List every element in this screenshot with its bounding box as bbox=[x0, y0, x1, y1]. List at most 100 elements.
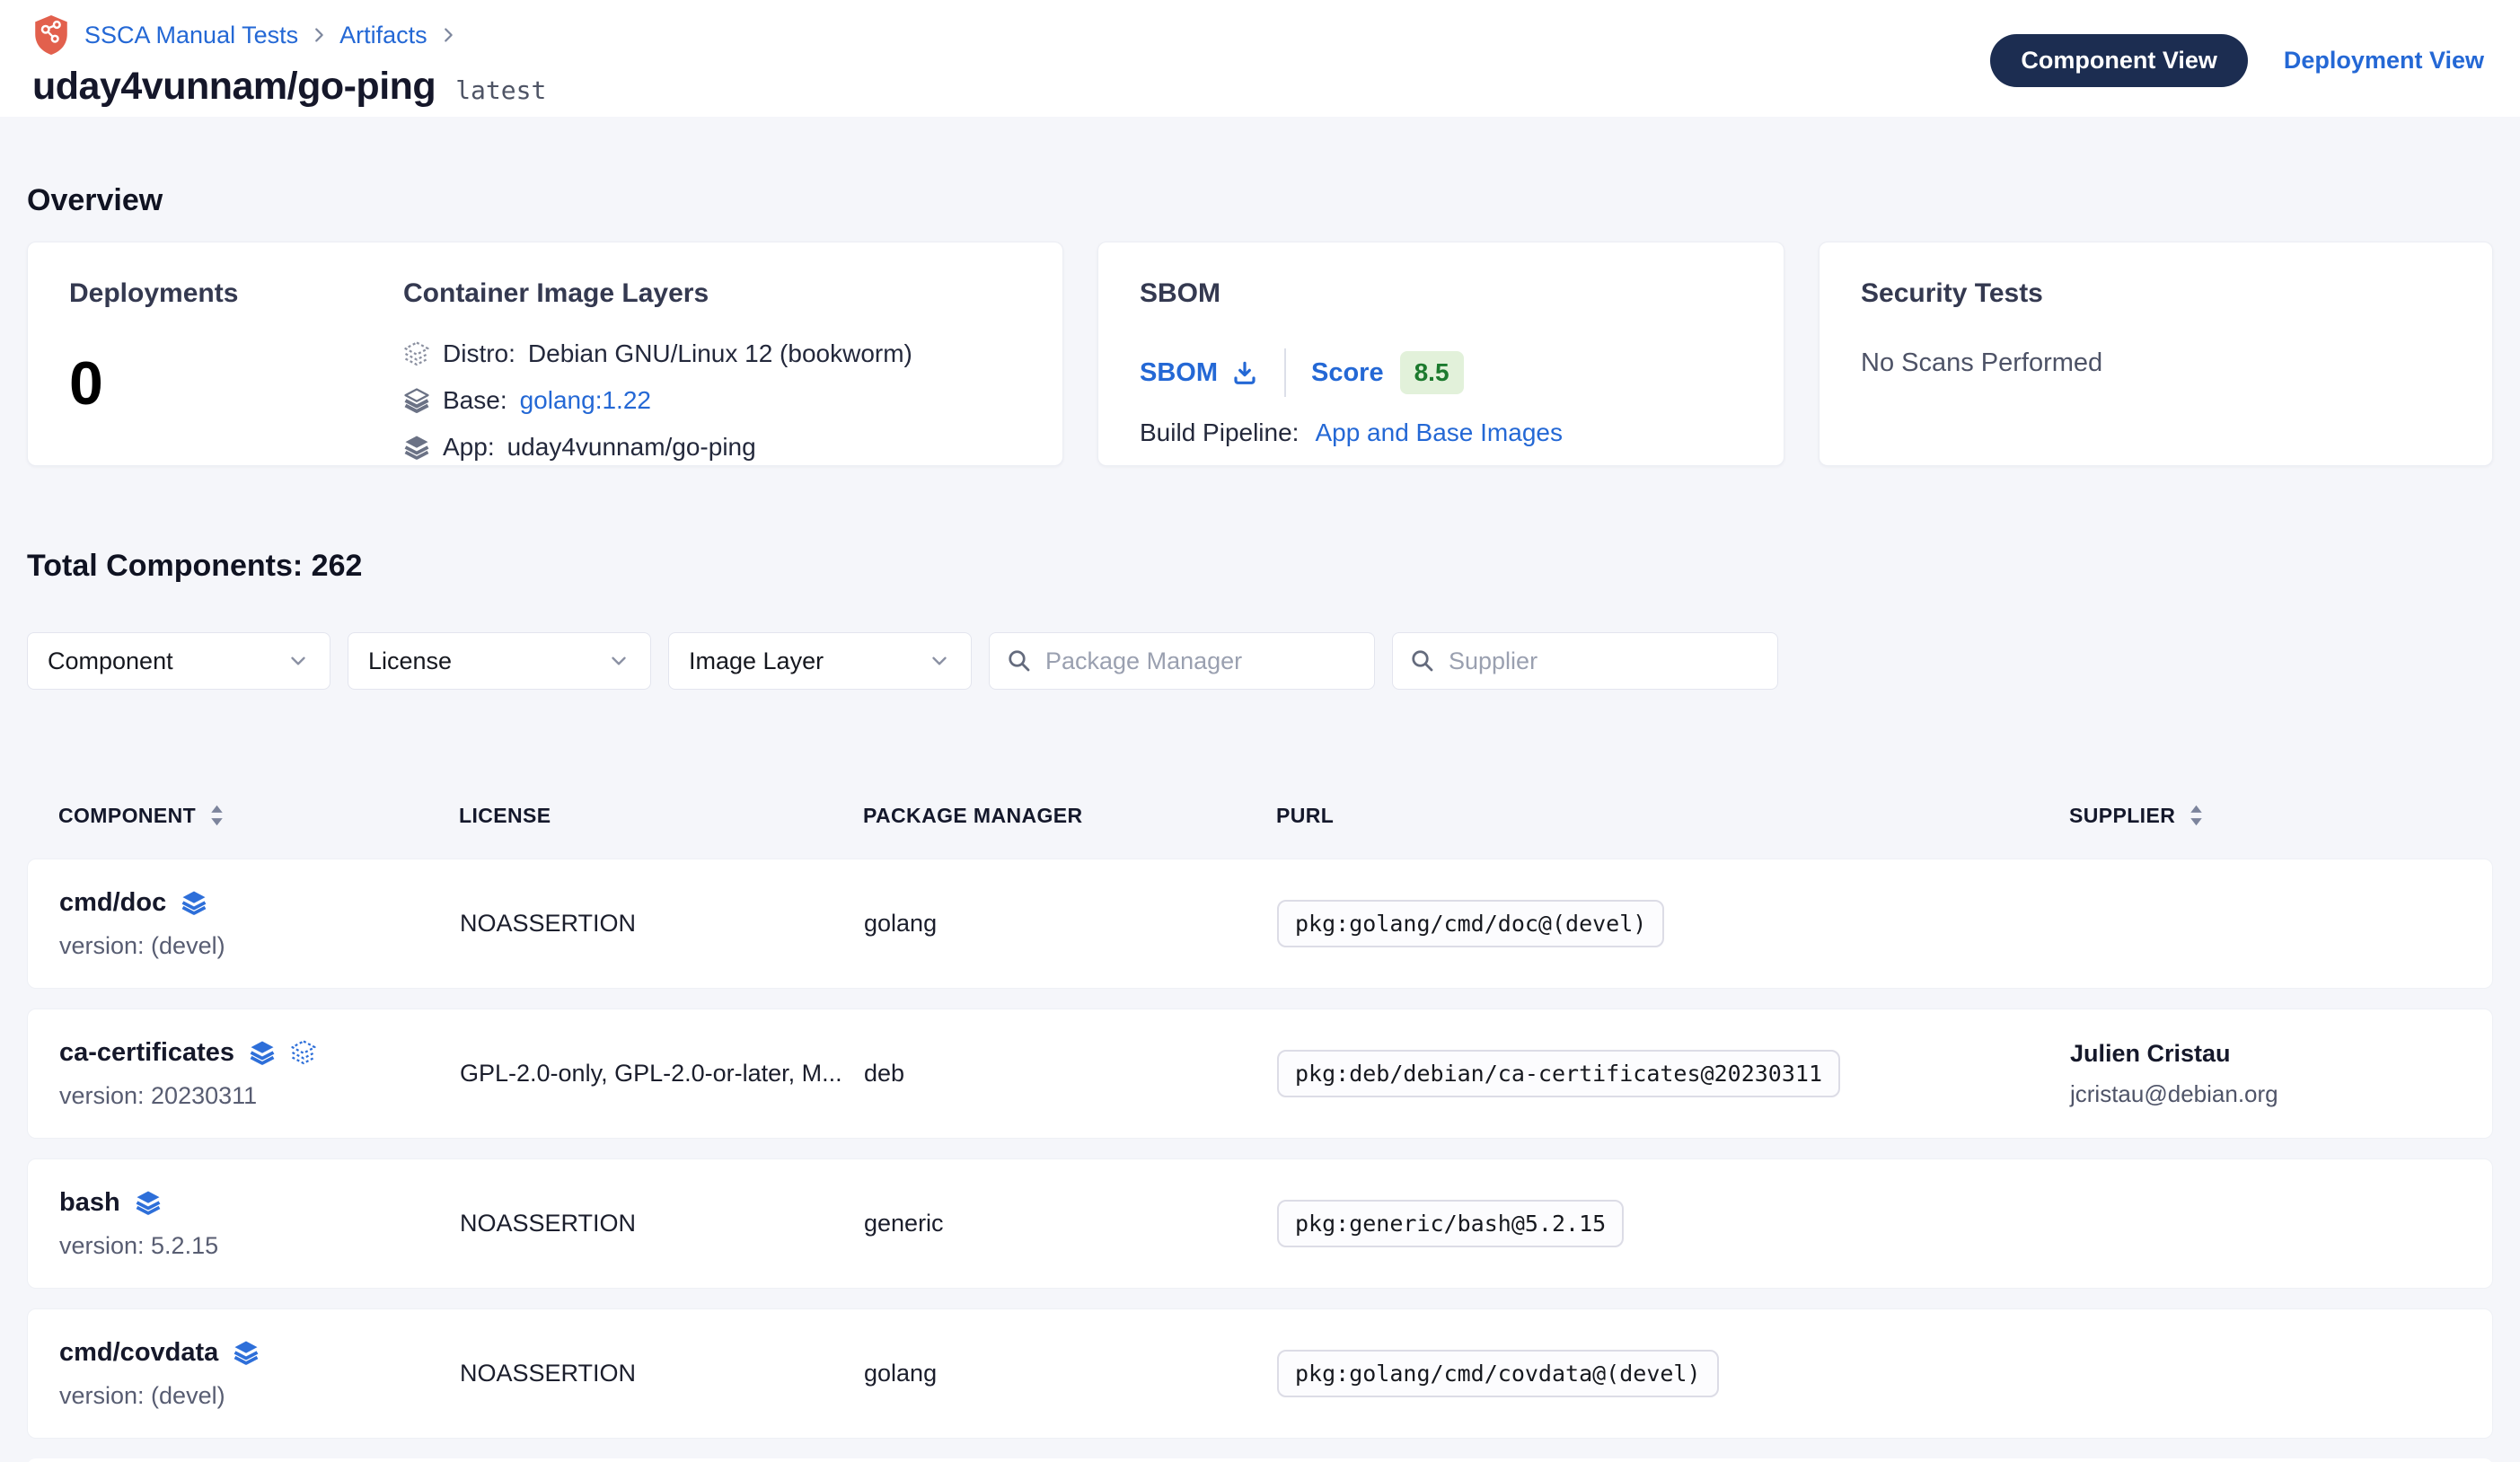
main-content: Overview Deployments 0 Container Image L… bbox=[0, 183, 2520, 1462]
purl-badge[interactable]: pkg:golang/cmd/covdata@(devel) bbox=[1277, 1350, 1719, 1397]
component-name: cmd/covdata bbox=[59, 1338, 218, 1368]
column-label: COMPONENT bbox=[58, 804, 196, 828]
purl-badge[interactable]: pkg:generic/bash@5.2.15 bbox=[1277, 1200, 1624, 1247]
chevron-down-icon bbox=[928, 649, 951, 673]
header-left: SSCA Manual Tests Artifacts uday4vunnam/… bbox=[32, 14, 546, 109]
artifact-tag-latest: latest bbox=[455, 75, 546, 105]
column-header-license: LICENSE bbox=[459, 804, 863, 828]
purl-cell: pkg:golang/cmd/doc@(devel) bbox=[1277, 900, 2070, 947]
package-manager-cell: golang bbox=[864, 910, 1277, 938]
purl-badge[interactable]: pkg:golang/cmd/doc@(devel) bbox=[1277, 900, 1664, 947]
layer-label: Base: bbox=[443, 386, 507, 415]
table-row[interactable]: cmd/covdataversion: (devel)NOASSERTIONgo… bbox=[27, 1308, 2493, 1439]
layer-row-app: App: uday4vunnam/go-ping bbox=[403, 433, 912, 462]
layer-label: App: bbox=[443, 433, 495, 462]
divider bbox=[1284, 348, 1286, 397]
deployments-title: Deployments bbox=[69, 278, 403, 309]
column-label: PACKAGE MANAGER bbox=[863, 804, 1083, 828]
components-table-header: COMPONENT LICENSE PACKAGE MANAGER PURL S… bbox=[27, 794, 2493, 837]
license-cell: NOASSERTION bbox=[460, 910, 864, 938]
overview-heading: Overview bbox=[27, 183, 2493, 218]
supplier-cell: Julien Cristaujcristau@debian.org bbox=[2070, 1040, 2461, 1108]
page-header: SSCA Manual Tests Artifacts uday4vunnam/… bbox=[0, 0, 2520, 117]
title-row: uday4vunnam/go-ping latest bbox=[32, 65, 546, 109]
sort-icon[interactable] bbox=[2190, 804, 2203, 827]
dropdown-label: Component bbox=[48, 647, 173, 675]
column-header-supplier[interactable]: SUPPLIER bbox=[2069, 804, 2462, 828]
search-icon bbox=[1006, 647, 1033, 674]
layers-half-icon bbox=[403, 387, 430, 414]
overview-cards: Deployments 0 Container Image Layers Dis… bbox=[27, 242, 2493, 466]
layers-filled-icon bbox=[181, 889, 207, 916]
component-cell: cmd/covdata version: (devel) bbox=[59, 1338, 460, 1410]
base-image-link[interactable]: golang:1.22 bbox=[520, 386, 651, 415]
build-pipeline-row: Build Pipeline: App and Base Images bbox=[1140, 418, 1742, 447]
deployments-count: 0 bbox=[69, 348, 403, 418]
search-icon bbox=[1409, 647, 1436, 674]
purl-badge[interactable]: pkg:deb/debian/ca-certificates@20230311 bbox=[1277, 1050, 1840, 1097]
image-layer-filter-dropdown[interactable]: Image Layer bbox=[668, 632, 972, 690]
layers-filled-icon bbox=[249, 1039, 276, 1066]
sort-icon[interactable] bbox=[210, 804, 224, 827]
package-manager-search-input[interactable] bbox=[1045, 647, 1363, 675]
deployment-view-button[interactable]: Deployment View bbox=[2284, 47, 2484, 75]
column-label: SUPPLIER bbox=[2069, 804, 2175, 828]
layer-value: uday4vunnam/go-ping bbox=[507, 433, 756, 462]
column-header-component[interactable]: COMPONENT bbox=[58, 804, 459, 828]
container-image-layers-block: Container Image Layers Distro: Debian GN… bbox=[403, 278, 912, 429]
chevron-right-icon bbox=[438, 25, 458, 45]
package-manager-search bbox=[989, 632, 1375, 690]
component-version: version: (devel) bbox=[59, 1382, 460, 1410]
component-cell: ca-certificates version: 20230311 bbox=[59, 1038, 460, 1110]
layers-filled-icon bbox=[403, 434, 430, 461]
sbom-download-link[interactable]: SBOM bbox=[1140, 358, 1259, 388]
sbom-download-label: SBOM bbox=[1140, 358, 1218, 388]
breadcrumb: SSCA Manual Tests Artifacts bbox=[32, 14, 546, 56]
layer-rows: Distro: Debian GNU/Linux 12 (bookworm) B… bbox=[403, 339, 912, 462]
component-filter-dropdown[interactable]: Component bbox=[27, 632, 330, 690]
license-cell: NOASSERTION bbox=[460, 1210, 864, 1237]
layers-filled-icon bbox=[233, 1339, 260, 1366]
chevron-down-icon bbox=[286, 649, 310, 673]
column-header-package-manager: PACKAGE MANAGER bbox=[863, 804, 1276, 828]
layer-row-distro: Distro: Debian GNU/Linux 12 (bookworm) bbox=[403, 339, 912, 368]
license-filter-dropdown[interactable]: License bbox=[348, 632, 651, 690]
security-tests-card: Security Tests No Scans Performed bbox=[1819, 242, 2493, 466]
column-header-purl: PURL bbox=[1276, 804, 2069, 828]
sbom-card: SBOM SBOM Score 8.5 Build Pipeline: App … bbox=[1097, 242, 1784, 466]
component-name: bash bbox=[59, 1188, 120, 1218]
build-pipeline-link[interactable]: App and Base Images bbox=[1315, 418, 1563, 447]
download-icon bbox=[1230, 358, 1259, 387]
layers-outline-icon bbox=[290, 1039, 317, 1066]
table-row[interactable]: cmd/docversion: (devel)NOASSERTIONgolang… bbox=[27, 859, 2493, 989]
breadcrumb-link-ssca-manual-tests[interactable]: SSCA Manual Tests bbox=[84, 22, 298, 49]
license-cell: GPL-2.0-only, GPL-2.0-or-later, M... bbox=[460, 1060, 864, 1088]
score-badge: 8.5 bbox=[1400, 351, 1464, 394]
security-tests-title: Security Tests bbox=[1861, 278, 2451, 309]
purl-cell: pkg:deb/debian/ca-certificates@20230311 bbox=[1277, 1050, 2070, 1097]
component-view-button[interactable]: Component View bbox=[1990, 34, 2248, 87]
license-cell: NOASSERTION bbox=[460, 1360, 864, 1387]
supplier-search-input[interactable] bbox=[1449, 647, 1767, 675]
table-row[interactable]: ca-certificates version: 20230311GPL-2.0-… bbox=[27, 1008, 2493, 1139]
component-version: version: 20230311 bbox=[59, 1082, 460, 1110]
view-toggle: Component View Deployment View bbox=[1990, 34, 2484, 87]
component-cell: bash version: 5.2.15 bbox=[59, 1188, 460, 1260]
deployments-block: Deployments 0 bbox=[69, 278, 403, 429]
filters-bar: Component License Image Layer bbox=[27, 632, 2493, 690]
page-title: uday4vunnam/go-ping bbox=[32, 65, 436, 109]
ssca-shield-logo-icon bbox=[32, 14, 70, 56]
column-label: LICENSE bbox=[459, 804, 551, 828]
chevron-right-icon bbox=[309, 25, 329, 45]
layer-value: Debian GNU/Linux 12 (bookworm) bbox=[528, 339, 912, 368]
dropdown-label: License bbox=[368, 647, 452, 675]
breadcrumb-link-artifacts[interactable]: Artifacts bbox=[339, 22, 427, 49]
sbom-row: SBOM Score 8.5 bbox=[1140, 348, 1742, 397]
build-pipeline-label: Build Pipeline: bbox=[1140, 418, 1299, 447]
partial-next-row bbox=[27, 1458, 2493, 1462]
component-name: cmd/doc bbox=[59, 888, 166, 918]
supplier-name: Julien Cristau bbox=[2070, 1040, 2461, 1068]
component-name: ca-certificates bbox=[59, 1038, 234, 1068]
component-version: version: 5.2.15 bbox=[59, 1232, 460, 1260]
table-row[interactable]: bashversion: 5.2.15NOASSERTIONgenericpkg… bbox=[27, 1158, 2493, 1289]
